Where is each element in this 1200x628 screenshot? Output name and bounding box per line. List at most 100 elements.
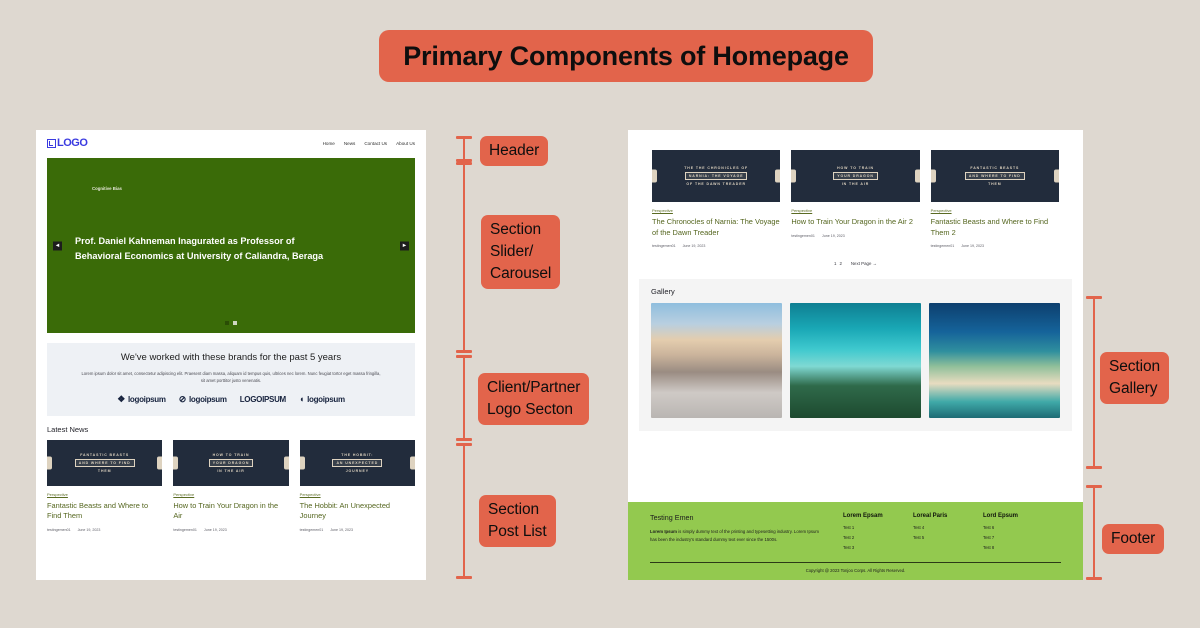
bracket-spine <box>1093 485 1096 580</box>
page-link-2[interactable]: 2 <box>839 261 841 266</box>
post-card[interactable]: FANTASTIC BEASTS AND WHERE TO FIND THEM … <box>930 150 1059 248</box>
slider-headline: Prof. Daniel Kahneman Inagurated as Prof… <box>75 236 324 261</box>
footer-about-lead: Lorem Ipsum <box>650 529 677 534</box>
post-card[interactable]: FANTASTIC BEASTS AND WHERE TO FIND THEM … <box>47 439 163 532</box>
site-logo[interactable]: LOGO <box>47 137 88 149</box>
post-thumbnail: THE THE CHRONICLES OF NARNIA: THE VOYAGE… <box>652 150 781 202</box>
bracket-spine <box>1093 296 1096 469</box>
post-title[interactable]: Fantastic Beasts and Where to Find Them <box>47 501 162 522</box>
annotation-slider: Section Slider/ Carousel <box>481 215 561 289</box>
bracket-slider <box>456 162 472 353</box>
post-author: testingemen01 <box>791 233 815 238</box>
post-category[interactable]: Perspective <box>173 492 288 497</box>
bracket-cap-top <box>1086 485 1102 488</box>
thumb-line-2: AND WHERE TO FIND <box>964 172 1025 180</box>
gallery-image-sea[interactable] <box>790 303 921 419</box>
nav-item-about-us[interactable]: About Us <box>396 141 415 146</box>
slashed-circle-icon: ⊘ <box>178 393 187 404</box>
post-meta: testingemen01 June 19, 2023 <box>652 244 780 248</box>
footer-link[interactable]: Test 1 <box>843 525 895 530</box>
footer-column-2: Loreal Paris Test 4 Test 5 <box>913 513 965 555</box>
gallery-image-cliff-beach[interactable] <box>929 303 1060 419</box>
post-title[interactable]: The Hobbit: An Unexpected Journey <box>300 501 415 522</box>
site-header: LOGO Home News Contact Us About Us <box>36 130 426 156</box>
annotation-clients: Client/Partner Logo Secton <box>478 373 590 425</box>
post-category[interactable]: Perspective <box>47 492 162 497</box>
thumb-line-1: FANTASTIC BEASTS <box>80 452 130 457</box>
post-meta: testingemen01 June 19, 2023 <box>173 528 288 532</box>
bracket-cap-top <box>456 355 472 358</box>
gallery-image-volcano[interactable] <box>651 303 782 419</box>
page-link-1[interactable]: 1 <box>834 261 836 266</box>
client-logo-row: ❖ logoipsum ⊘ logoipsum LOGOIPSUM ◖ logo… <box>59 394 403 405</box>
slider-dots[interactable] <box>47 321 415 325</box>
post-title[interactable]: Fantastic Beasts and Where to Find Them … <box>931 217 1059 238</box>
bracket-cap-bottom <box>456 438 472 441</box>
post-card[interactable]: HOW TO TRAIN YOUR DRAGON IN THE AIR Pers… <box>791 150 920 248</box>
footer-link[interactable]: Test 5 <box>913 535 965 540</box>
bracket-clients <box>456 355 472 441</box>
post-date: June 19, 2023 <box>682 244 706 249</box>
footer-link[interactable]: Test 6 <box>983 525 1035 530</box>
thumb-line-3: IN THE AIR <box>217 468 245 473</box>
next-page-link[interactable]: Next Page → <box>851 261 877 266</box>
slider-dot-1[interactable] <box>225 321 229 325</box>
post-category[interactable]: Perspective <box>931 208 1059 213</box>
slider-dot-2[interactable] <box>233 321 237 325</box>
thumb-line-1: FANTASTIC BEASTS <box>970 166 1020 170</box>
hero-slider: Cognitive Bias Prof. Daniel Kahneman Ina… <box>47 158 415 333</box>
post-card[interactable]: HOW TO TRAIN YOUR DRAGON IN THE AIR Pers… <box>173 439 289 532</box>
pagination-pages[interactable]: 1 2 <box>834 261 842 266</box>
brand-logo-2: ⊘ logoipsum <box>179 394 227 405</box>
footer-link[interactable]: Test 2 <box>843 535 895 540</box>
footer-link[interactable]: Test 7 <box>983 535 1035 540</box>
slider-prev-arrow-icon[interactable]: ◀ <box>53 241 62 250</box>
post-card[interactable]: THE HOBBIT: AN UNEXPECTED JOURNEY Perspe… <box>299 439 415 532</box>
homepage-mock-top: LOGO Home News Contact Us About Us Cogni… <box>36 130 426 580</box>
footer-link[interactable]: Test 3 <box>843 545 895 550</box>
brand-logo-2-text: logoipsum <box>188 394 227 404</box>
pagination[interactable]: 1 2 Next Page → <box>628 261 1083 266</box>
nav-item-home[interactable]: Home <box>323 141 335 146</box>
post-list-right: THE THE CHRONICLES OF NARNIA: THE VOYAGE… <box>628 150 1083 248</box>
slider-next-arrow-icon[interactable]: ▶ <box>400 241 409 250</box>
post-category[interactable]: Perspective <box>791 208 919 213</box>
thumb-line-2: AN UNEXPECTED <box>332 458 383 467</box>
bracket-footer <box>1086 485 1102 580</box>
post-author: testingemen01 <box>652 244 676 249</box>
primary-nav[interactable]: Home News Contact Us About Us <box>323 141 415 146</box>
post-category[interactable]: Perspective <box>652 208 780 213</box>
post-category[interactable]: Perspective <box>300 492 415 497</box>
client-body: Lorem ipsum dolor sit amet, consectetur … <box>81 371 381 384</box>
logo-mark-icon <box>47 138 56 148</box>
footer-link[interactable]: Test 4 <box>913 525 965 530</box>
post-meta: testingemen01 June 19, 2023 <box>931 244 1059 248</box>
gallery-section: Gallery <box>639 279 1072 432</box>
footer-column-1-heading: Lorem Epsam <box>843 513 883 519</box>
bracket-cap-top <box>456 443 472 446</box>
bracket-cap-bottom <box>1086 577 1102 580</box>
slider-kicker: Cognitive Bias <box>92 186 122 191</box>
post-author: testingemen01 <box>47 527 71 532</box>
brand-logo-1: ❖ logoipsum <box>117 394 166 405</box>
thumb-line-2: YOUR DRAGON <box>208 458 254 467</box>
annotation-gallery: Section Gallery <box>1100 352 1169 404</box>
post-title[interactable]: The Chronocles of Narnia: The Voyage of … <box>652 217 780 238</box>
thumb-line-1: HOW TO TRAIN <box>837 166 874 170</box>
nav-item-contact-us[interactable]: Contact Us <box>364 141 387 146</box>
dots-cluster-icon: ❖ <box>117 393 125 404</box>
bracket-cap-top <box>456 136 472 139</box>
annotation-header: Header <box>480 136 549 166</box>
post-meta: testingemen01 June 19, 2023 <box>47 528 162 532</box>
post-card[interactable]: THE THE CHRONICLES OF NARNIA: THE VOYAGE… <box>652 150 781 248</box>
thumb-line-3: JOURNEY <box>345 468 369 473</box>
footer-link[interactable]: Test 8 <box>983 545 1035 550</box>
brand-logo-4-text: logoipsum <box>307 394 345 404</box>
post-meta: testingemen01 June 19, 2023 <box>300 528 415 532</box>
nav-item-news[interactable]: News <box>344 141 356 146</box>
bracket-cap-bottom <box>1086 466 1102 469</box>
post-title[interactable]: How to Train Your Dragon in the Air 2 <box>791 217 919 228</box>
post-date: June 19, 2023 <box>77 527 101 532</box>
post-title[interactable]: How to Train Your Dragon in the Air <box>173 501 288 522</box>
post-author: testingemen01 <box>930 244 955 249</box>
